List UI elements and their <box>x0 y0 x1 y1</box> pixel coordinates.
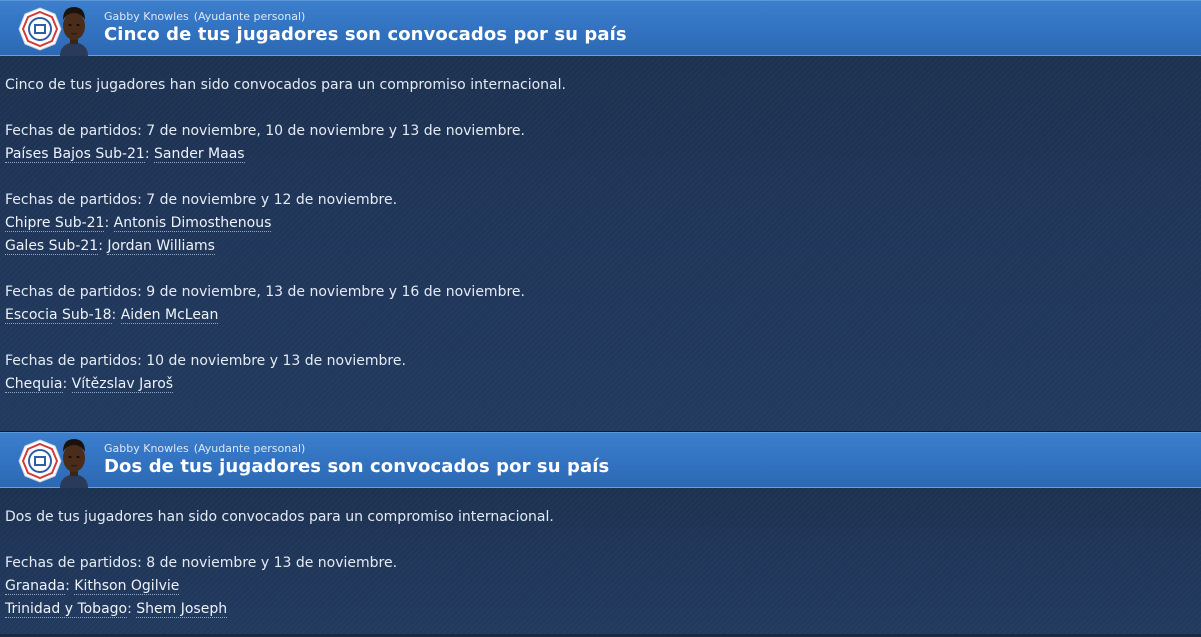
sender-role: (Ayudante personal) <box>193 10 306 23</box>
player-link[interactable]: Jordan Williams <box>107 238 215 255</box>
inbox-message: Gabby Knowles (Ayudante personal) Dos de … <box>0 432 1201 634</box>
message-sender: Gabby Knowles (Ayudante personal) <box>104 442 305 455</box>
national-team-link[interactable]: Gales Sub-21 <box>5 238 99 255</box>
player-link[interactable]: Vítězslav Jaroš <box>71 376 174 393</box>
sender-name[interactable]: Gabby Knowles <box>104 10 189 23</box>
national-team-link[interactable]: Escocia Sub-18 <box>5 307 112 324</box>
separator: : <box>111 307 117 323</box>
message-header: Gabby Knowles (Ayudante personal) Cinco d… <box>0 0 1201 56</box>
message-intro: Dos de tus jugadores han sido convocados… <box>5 509 554 525</box>
sender-name[interactable]: Gabby Knowles <box>104 442 189 455</box>
callup-row: Chipre Sub-21: Antonis Dimosthenous <box>5 212 1196 235</box>
match-dates: Fechas de partidos: 10 de noviembre y 13… <box>5 353 406 369</box>
callup-row: Granada: Kithson Ogilvie <box>5 575 1196 598</box>
player-link[interactable]: Sander Maas <box>154 146 245 163</box>
match-dates: Fechas de partidos: 7 de noviembre, 10 d… <box>5 123 525 139</box>
player-link[interactable]: Aiden McLean <box>120 307 219 324</box>
callup-row: Gales Sub-21: Jordan Williams <box>5 235 1196 258</box>
player-link[interactable]: Kithson Ogilvie <box>74 578 180 595</box>
match-dates: Fechas de partidos: 8 de noviembre y 13 … <box>5 555 398 571</box>
national-team-link[interactable]: Trinidad y Tobago <box>5 601 128 618</box>
message-header: Gabby Knowles (Ayudante personal) Dos de … <box>0 432 1201 488</box>
separator: : <box>127 601 132 617</box>
callup-row: Escocia Sub-18: Aiden McLean <box>5 304 1196 327</box>
separator: : <box>104 215 110 231</box>
national-team-link[interactable]: Chipre Sub-21 <box>5 215 105 232</box>
callup-row: Países Bajos Sub-21: Sander Maas <box>5 143 1196 166</box>
inbox-message-view: Gabby Knowles (Ayudante personal) Cinco d… <box>0 0 1201 637</box>
national-team-link[interactable]: Granada <box>5 578 66 595</box>
sender-role: (Ayudante personal) <box>193 442 306 455</box>
separator: : <box>98 238 103 254</box>
match-dates: Fechas de partidos: 7 de noviembre y 12 … <box>5 192 398 208</box>
staff-avatar <box>60 7 88 56</box>
callup-row: Chequia: Vítězslav Jaroš <box>5 373 1196 396</box>
message-body: Dos de tus jugadores han sido convocados… <box>0 488 1201 634</box>
message-subject: Cinco de tus jugadores son convocados po… <box>104 24 627 45</box>
inbox-message: Gabby Knowles (Ayudante personal) Cinco d… <box>0 0 1201 431</box>
message-subject: Dos de tus jugadores son convocados por … <box>104 456 610 477</box>
national-team-link[interactable]: Chequia <box>5 376 63 393</box>
match-dates: Fechas de partidos: 9 de noviembre, 13 d… <box>5 284 525 300</box>
callup-row: Trinidad y Tobago: Shem Joseph <box>5 598 1196 621</box>
separator: : <box>65 578 70 594</box>
staff-avatar <box>60 439 88 488</box>
separator: : <box>62 376 68 392</box>
separator: : <box>144 146 150 162</box>
message-body: Cinco de tus jugadores han sido convocad… <box>0 56 1201 431</box>
national-team-link[interactable]: Países Bajos Sub-21 <box>5 146 145 163</box>
player-link[interactable]: Shem Joseph <box>136 601 228 618</box>
message-sender: Gabby Knowles (Ayudante personal) <box>104 10 305 23</box>
message-intro: Cinco de tus jugadores han sido convocad… <box>5 77 566 93</box>
player-link[interactable]: Antonis Dimosthenous <box>113 215 272 232</box>
